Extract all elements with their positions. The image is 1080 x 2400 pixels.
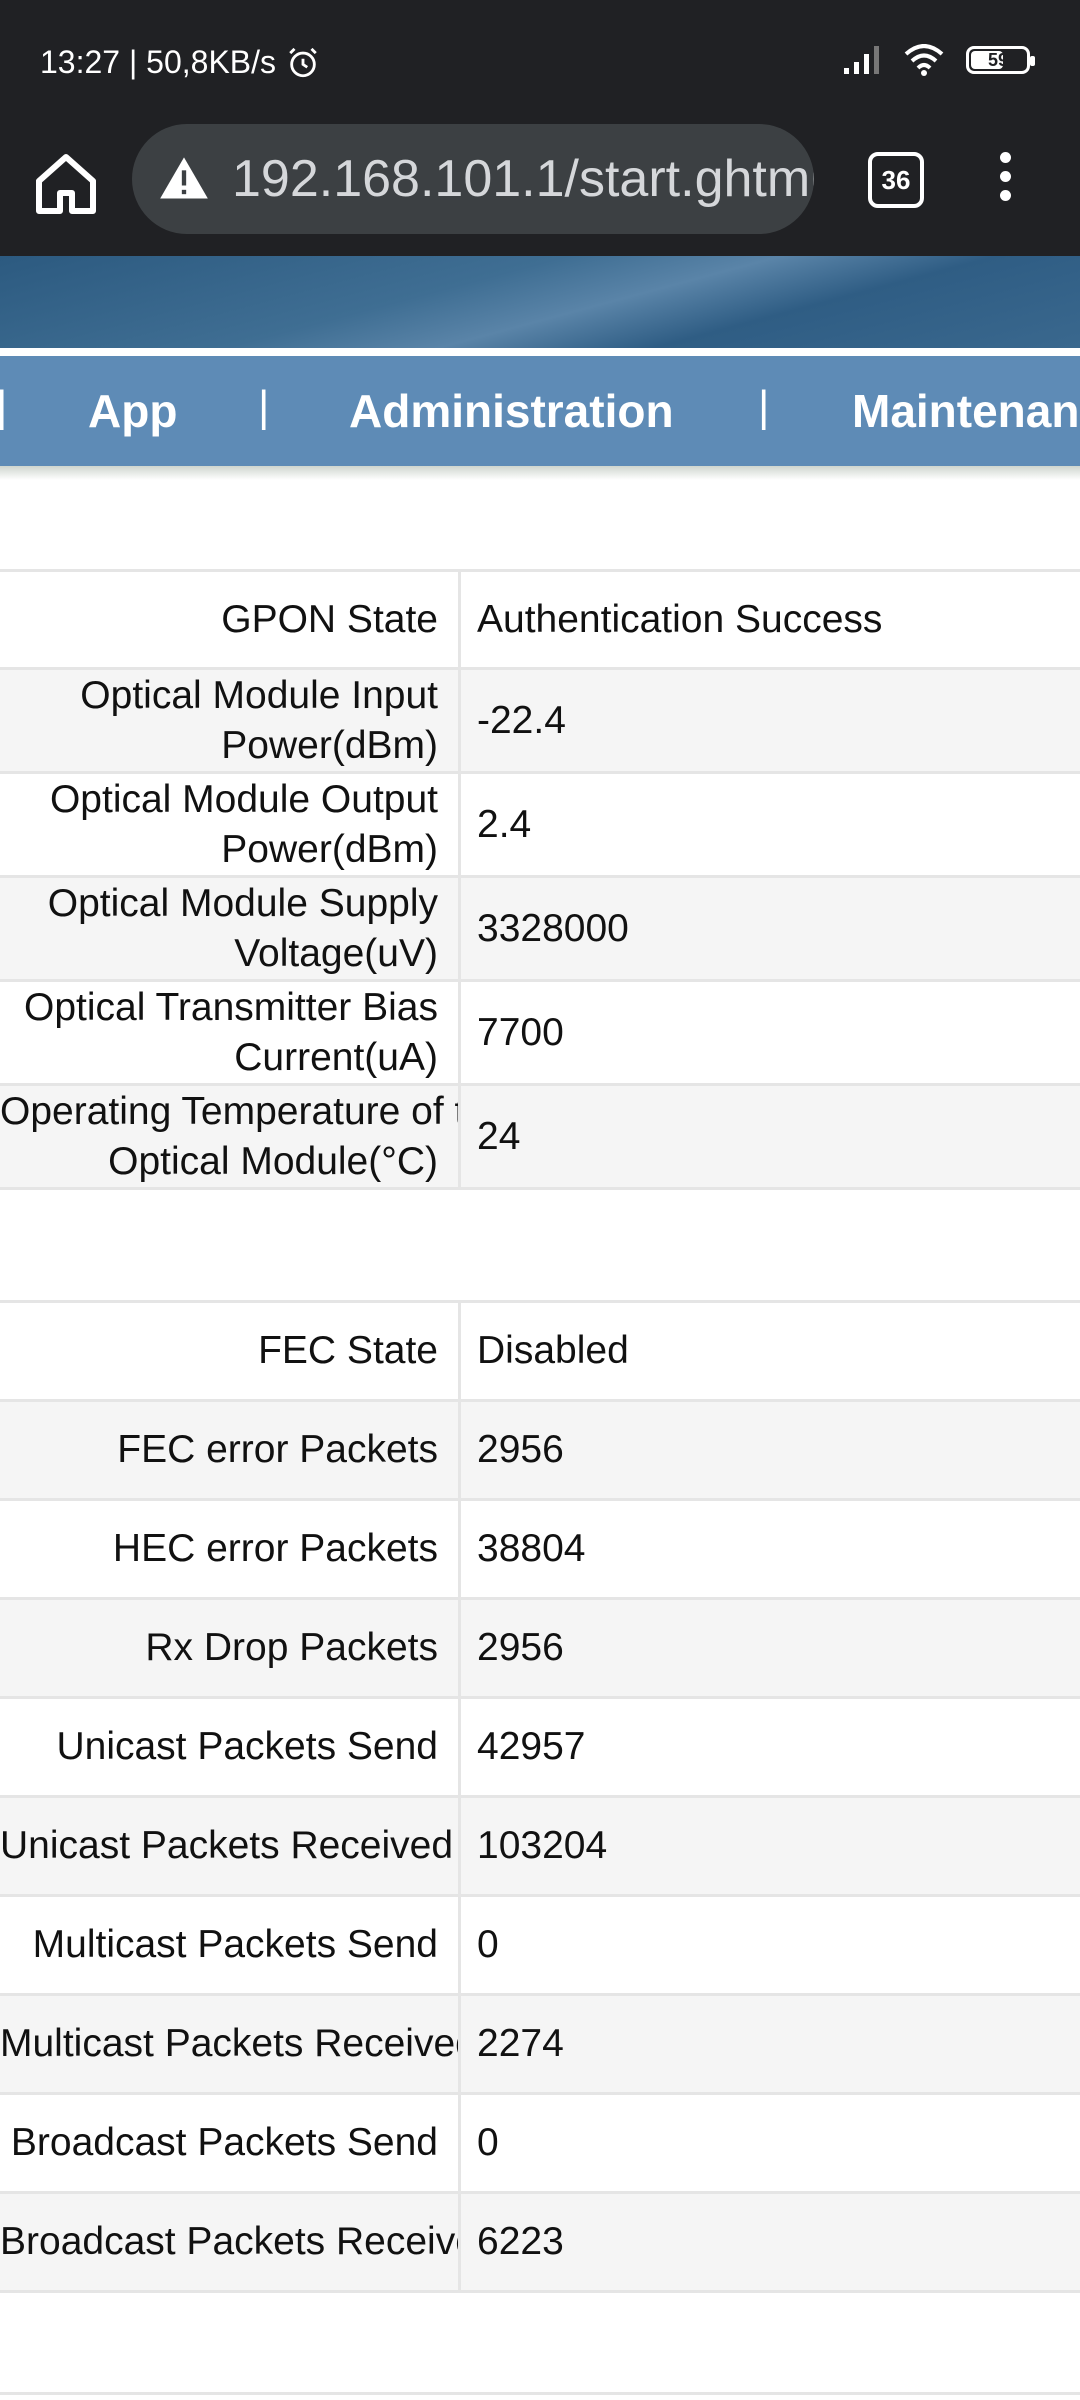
row-label: Optical Transmitter Bias Current(uA) [0, 979, 461, 1086]
row-label: Multicast Packets Send [0, 1894, 461, 1996]
row-value: 2956 [459, 1597, 1080, 1699]
table-row: Unicast Packets Received 103204 [0, 1795, 1080, 1897]
row-label: GPON State [0, 569, 461, 670]
row-label: FEC error Packets [0, 1399, 461, 1501]
row-value: 2274 [459, 1993, 1080, 2095]
gpon-info-table: GPON State Authentication Success Optica… [0, 569, 1080, 1190]
table-row: Broadcast Packets Received 6223 [0, 2191, 1080, 2293]
packet-stats-table: FEC State Disabled FEC error Packets 295… [0, 1300, 1080, 2293]
row-label: Optical Module Output Power(dBm) [0, 771, 461, 878]
row-value: -22.4 [459, 667, 1080, 774]
status-right: 59 [842, 44, 1035, 76]
nav-item-app[interactable]: App [88, 384, 177, 438]
header-banner [0, 256, 1080, 348]
table-row: HEC error Packets 38804 [0, 1498, 1080, 1600]
row-label: Unicast Packets Received [0, 1795, 461, 1897]
table-row: Multicast Packets Send 0 [0, 1894, 1080, 1996]
table-row: Multicast Packets Received 2274 [0, 1993, 1080, 2095]
table-row: Rx Drop Packets 2956 [0, 1597, 1080, 1699]
nav-separator: | [258, 382, 270, 431]
battery-level: 59 [987, 49, 1009, 70]
row-value: 3328000 [459, 875, 1080, 982]
nav-item-administration[interactable]: Administration [349, 384, 674, 438]
row-label: Broadcast Packets Send [0, 2092, 461, 2194]
banner-divider [0, 348, 1080, 356]
nav-item-maintenance[interactable]: Maintenance [852, 384, 1080, 438]
row-label: Optical Module Input Power(dBm) [0, 667, 461, 774]
row-value: 42957 [459, 1696, 1080, 1798]
more-menu-icon[interactable] [990, 144, 1020, 214]
address-bar[interactable]: 192.168.101.1/start.ghtml [132, 124, 814, 234]
alarm-icon [289, 47, 317, 77]
table-row: Broadcast Packets Send 0 [0, 2092, 1080, 2194]
table-row: Optical Module Supply Voltage(uV) 3328000 [0, 875, 1080, 982]
row-label: Unicast Packets Send [0, 1696, 461, 1798]
row-value: 7700 [459, 979, 1080, 1086]
row-value: 2956 [459, 1399, 1080, 1501]
row-value: 0 [459, 1894, 1080, 1996]
row-value: 24 [459, 1083, 1080, 1190]
table-row: FEC State Disabled [0, 1300, 1080, 1402]
signal-icon [844, 46, 879, 74]
row-value: 38804 [459, 1498, 1080, 1600]
row-label: Broadcast Packets Received [0, 2191, 461, 2293]
row-label: Rx Drop Packets [0, 1597, 461, 1699]
row-value: Authentication Success [459, 569, 1080, 670]
table-row: Unicast Packets Send 42957 [0, 1696, 1080, 1798]
status-bar: 13:27 | 50,8KB/s 59 [0, 0, 1080, 124]
nav-separator: | [0, 382, 8, 431]
table-row: Optical Transmitter Bias Current(uA) 7700 [0, 979, 1080, 1086]
table-row: Optical Module Output Power(dBm) 2.4 [0, 771, 1080, 878]
row-label: Optical Module Supply Voltage(uV) [0, 875, 461, 982]
home-icon[interactable] [30, 148, 102, 220]
nav-shadow [0, 466, 1080, 480]
row-value: Disabled [459, 1300, 1080, 1402]
page-divider [0, 2392, 1080, 2395]
status-time-speed: 13:27 | 50,8KB/s [40, 44, 277, 80]
battery-icon: 59 [966, 46, 1035, 74]
row-label: FEC State [0, 1300, 461, 1402]
table-row: GPON State Authentication Success [0, 569, 1080, 670]
row-value: 6223 [459, 2191, 1080, 2293]
tab-switcher-button[interactable]: 36 [868, 152, 924, 208]
row-value: 103204 [459, 1795, 1080, 1897]
table-row: Operating Temperature of the Optical Modu… [0, 1083, 1080, 1190]
warning-icon[interactable] [158, 153, 210, 205]
row-label: Multicast Packets Received [0, 1993, 461, 2095]
tab-count: 36 [881, 164, 911, 195]
wifi-icon [904, 44, 944, 76]
row-value: 2.4 [459, 771, 1080, 878]
row-value: 0 [459, 2092, 1080, 2194]
table-row: FEC error Packets 2956 [0, 1399, 1080, 1501]
nav-separator: | [758, 382, 770, 431]
status-left: 13:27 | 50,8KB/s [40, 44, 320, 81]
browser-toolbar: 192.168.101.1/start.ghtml 36 [0, 124, 1080, 256]
url-text[interactable]: 192.168.101.1/start.ghtml [232, 149, 814, 209]
table-row: Optical Module Input Power(dBm) -22.4 [0, 667, 1080, 774]
main-nav: | App | Administration | Maintenance [0, 356, 1080, 466]
row-label: HEC error Packets [0, 1498, 461, 1600]
row-label: Operating Temperature of the Optical Modu… [0, 1083, 461, 1190]
